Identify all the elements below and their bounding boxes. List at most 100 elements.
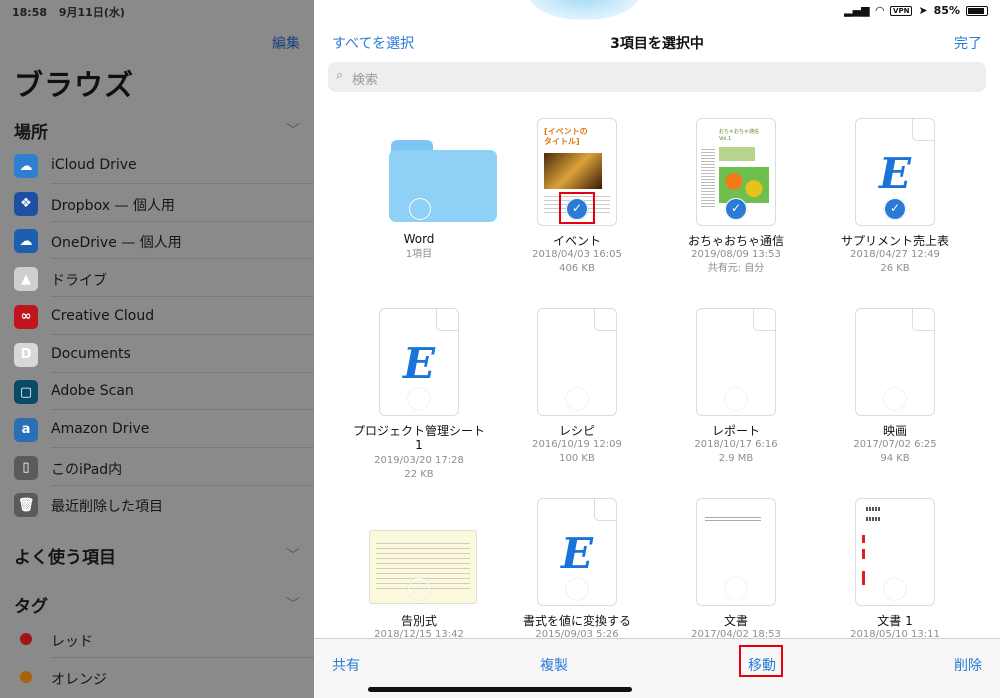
creative-cloud-icon: ∞: [14, 304, 38, 329]
highlight-box: [559, 192, 595, 224]
tag-item-orange[interactable]: オレンジ: [0, 658, 314, 696]
event-thumb-title: [イベントの タイトル]: [544, 127, 588, 146]
location-label: ドライブ: [51, 273, 107, 290]
location-label: 最近削除した項目: [51, 499, 163, 516]
file-size: 94 KB: [880, 453, 910, 464]
chevron-down-icon: ﹀: [286, 597, 300, 613]
chevron-down-icon: ﹀: [286, 123, 300, 139]
selection-circle[interactable]: [408, 578, 430, 600]
file-size: 22 KB: [404, 469, 434, 480]
file-name: レポート: [711, 424, 760, 438]
tag-label: レッド: [51, 634, 93, 650]
file-name: レシピ: [558, 424, 595, 438]
vpn-icon: VPN: [890, 5, 913, 16]
documents-icon: D: [14, 342, 38, 367]
file-meta: 2018/04/27 12:49: [850, 249, 940, 260]
highlight-box: [739, 645, 783, 677]
file-meta: 2016/10/19 12:09: [532, 439, 622, 450]
location-label: OneDrive — 個人用: [51, 235, 182, 252]
location-item[interactable]: ▲ ドライブ: [0, 259, 314, 298]
search-field[interactable]: ⌕ 検索: [328, 62, 986, 92]
file-name: Word: [403, 232, 435, 246]
chevron-down-icon: ﹀: [286, 548, 300, 564]
selection-circle[interactable]: [566, 388, 588, 410]
location-item[interactable]: ☁ iCloud Drive: [0, 146, 314, 184]
done-button[interactable]: 完了: [954, 33, 982, 53]
file-name: 映画: [882, 424, 907, 438]
battery-icon: [966, 5, 988, 16]
google-drive-icon: ▲: [14, 267, 38, 292]
main-pane: ▂▄▆ ◠ VPN ➤ 85% すべてを選択 3項目を選択中 完了 ⌕ 検索 W…: [314, 0, 1000, 698]
file-meta: 2019/08/09 13:53: [691, 249, 781, 260]
e-logo-icon: E: [878, 149, 911, 198]
share-button[interactable]: 共有: [332, 655, 360, 675]
status-date: 9月11日(水): [58, 6, 125, 19]
file-size: 406 KB: [559, 263, 595, 274]
location-item[interactable]: D Documents: [0, 335, 314, 373]
favorites-header[interactable]: よく使う項目 ﹀: [14, 543, 300, 568]
tag-item-red[interactable]: レッド: [0, 620, 314, 658]
icloud-icon: ☁: [14, 154, 38, 178]
file-meta: 2017/07/02 6:25: [853, 439, 937, 450]
file-name: おちゃおちゃ通信: [687, 234, 784, 248]
delete-button[interactable]: 削除: [954, 655, 982, 675]
e-logo-icon: E: [402, 339, 435, 388]
location-label: Amazon Drive: [51, 420, 150, 437]
search-icon: ⌕: [336, 68, 344, 83]
file-name: 文書: [723, 614, 748, 628]
location-item[interactable]: ∞ Creative Cloud: [0, 297, 314, 335]
file-size: 100 KB: [559, 453, 595, 464]
location-item[interactable]: ▢ Adobe Scan: [0, 372, 314, 411]
file-meta: 1項目: [405, 249, 433, 260]
file-shared: 共有元: 自分: [707, 263, 765, 274]
location-item[interactable]: ☁ OneDrive — 個人用: [0, 221, 314, 260]
dropbox-icon: ❖: [14, 191, 38, 216]
location-item[interactable]: a Amazon Drive: [0, 410, 314, 448]
selection-circle[interactable]: [884, 388, 906, 410]
ochaocha-thumb-head: おちゃおちゃ通信 Vol.1: [719, 129, 760, 142]
adobe-scan-icon: ▢: [14, 380, 38, 405]
amazon-drive-icon: a: [14, 417, 38, 442]
file-meta: 2019/03/20 17:28: [374, 455, 464, 466]
duplicate-button[interactable]: 複製: [540, 655, 568, 675]
checkmark-icon[interactable]: ✓: [884, 198, 906, 220]
e-logo-icon: E: [560, 529, 593, 578]
file-name: 文書 1: [877, 614, 913, 628]
locations-header[interactable]: 場所 ﹀: [14, 118, 300, 143]
file-size: 26 KB: [880, 263, 910, 274]
selection-circle[interactable]: [566, 578, 588, 600]
file-name: 告別式: [400, 614, 437, 628]
top-glow: [529, 0, 639, 20]
tag-label: オレンジ: [51, 672, 107, 688]
status-bar-right: ▂▄▆ ◠ VPN ➤ 85%: [844, 4, 988, 17]
selection-circle[interactable]: [884, 578, 906, 600]
status-time: 18:58: [12, 6, 48, 19]
location-label: Dropbox — 個人用: [51, 197, 175, 214]
selection-circle[interactable]: [409, 198, 431, 220]
checkmark-icon[interactable]: ✓: [725, 198, 747, 220]
location-item[interactable]: ▯ このiPad内: [0, 448, 314, 486]
onedrive-icon: ☁: [14, 229, 38, 254]
location-item[interactable]: 🗑 最近削除した項目: [0, 485, 314, 523]
browse-title: ブラウズ: [14, 68, 135, 102]
home-indicator[interactable]: [368, 687, 632, 692]
location-label: このiPad内: [51, 461, 123, 478]
tags-header[interactable]: タグ ﹀: [14, 592, 300, 617]
sidebar: 18:58 9月11日(水) 編集 ブラウズ 場所 ﹀ ☁ iCloud Driv…: [0, 0, 314, 698]
selection-title: 3項目を選択中: [610, 36, 704, 52]
tags-header-label: タグ: [14, 597, 48, 617]
location-icon: ➤: [918, 4, 928, 17]
file-meta: 2018/10/17 6:16: [694, 439, 778, 450]
selection-circle[interactable]: [725, 388, 747, 410]
signal-icon: ▂▄▆: [844, 4, 870, 17]
location-item[interactable]: ❖ Dropbox — 個人用: [0, 184, 314, 222]
wifi-icon: ◠: [875, 4, 885, 17]
selection-circle[interactable]: [408, 388, 430, 410]
orange-tag-dot-icon: [20, 671, 32, 683]
battery-percent: 85%: [933, 4, 960, 17]
file-name-line2: 1: [415, 438, 423, 452]
selection-circle[interactable]: [725, 578, 747, 600]
favorites-header-label: よく使う項目: [14, 548, 116, 568]
location-label: Creative Cloud: [51, 307, 155, 324]
edit-button[interactable]: 編集: [272, 33, 300, 53]
